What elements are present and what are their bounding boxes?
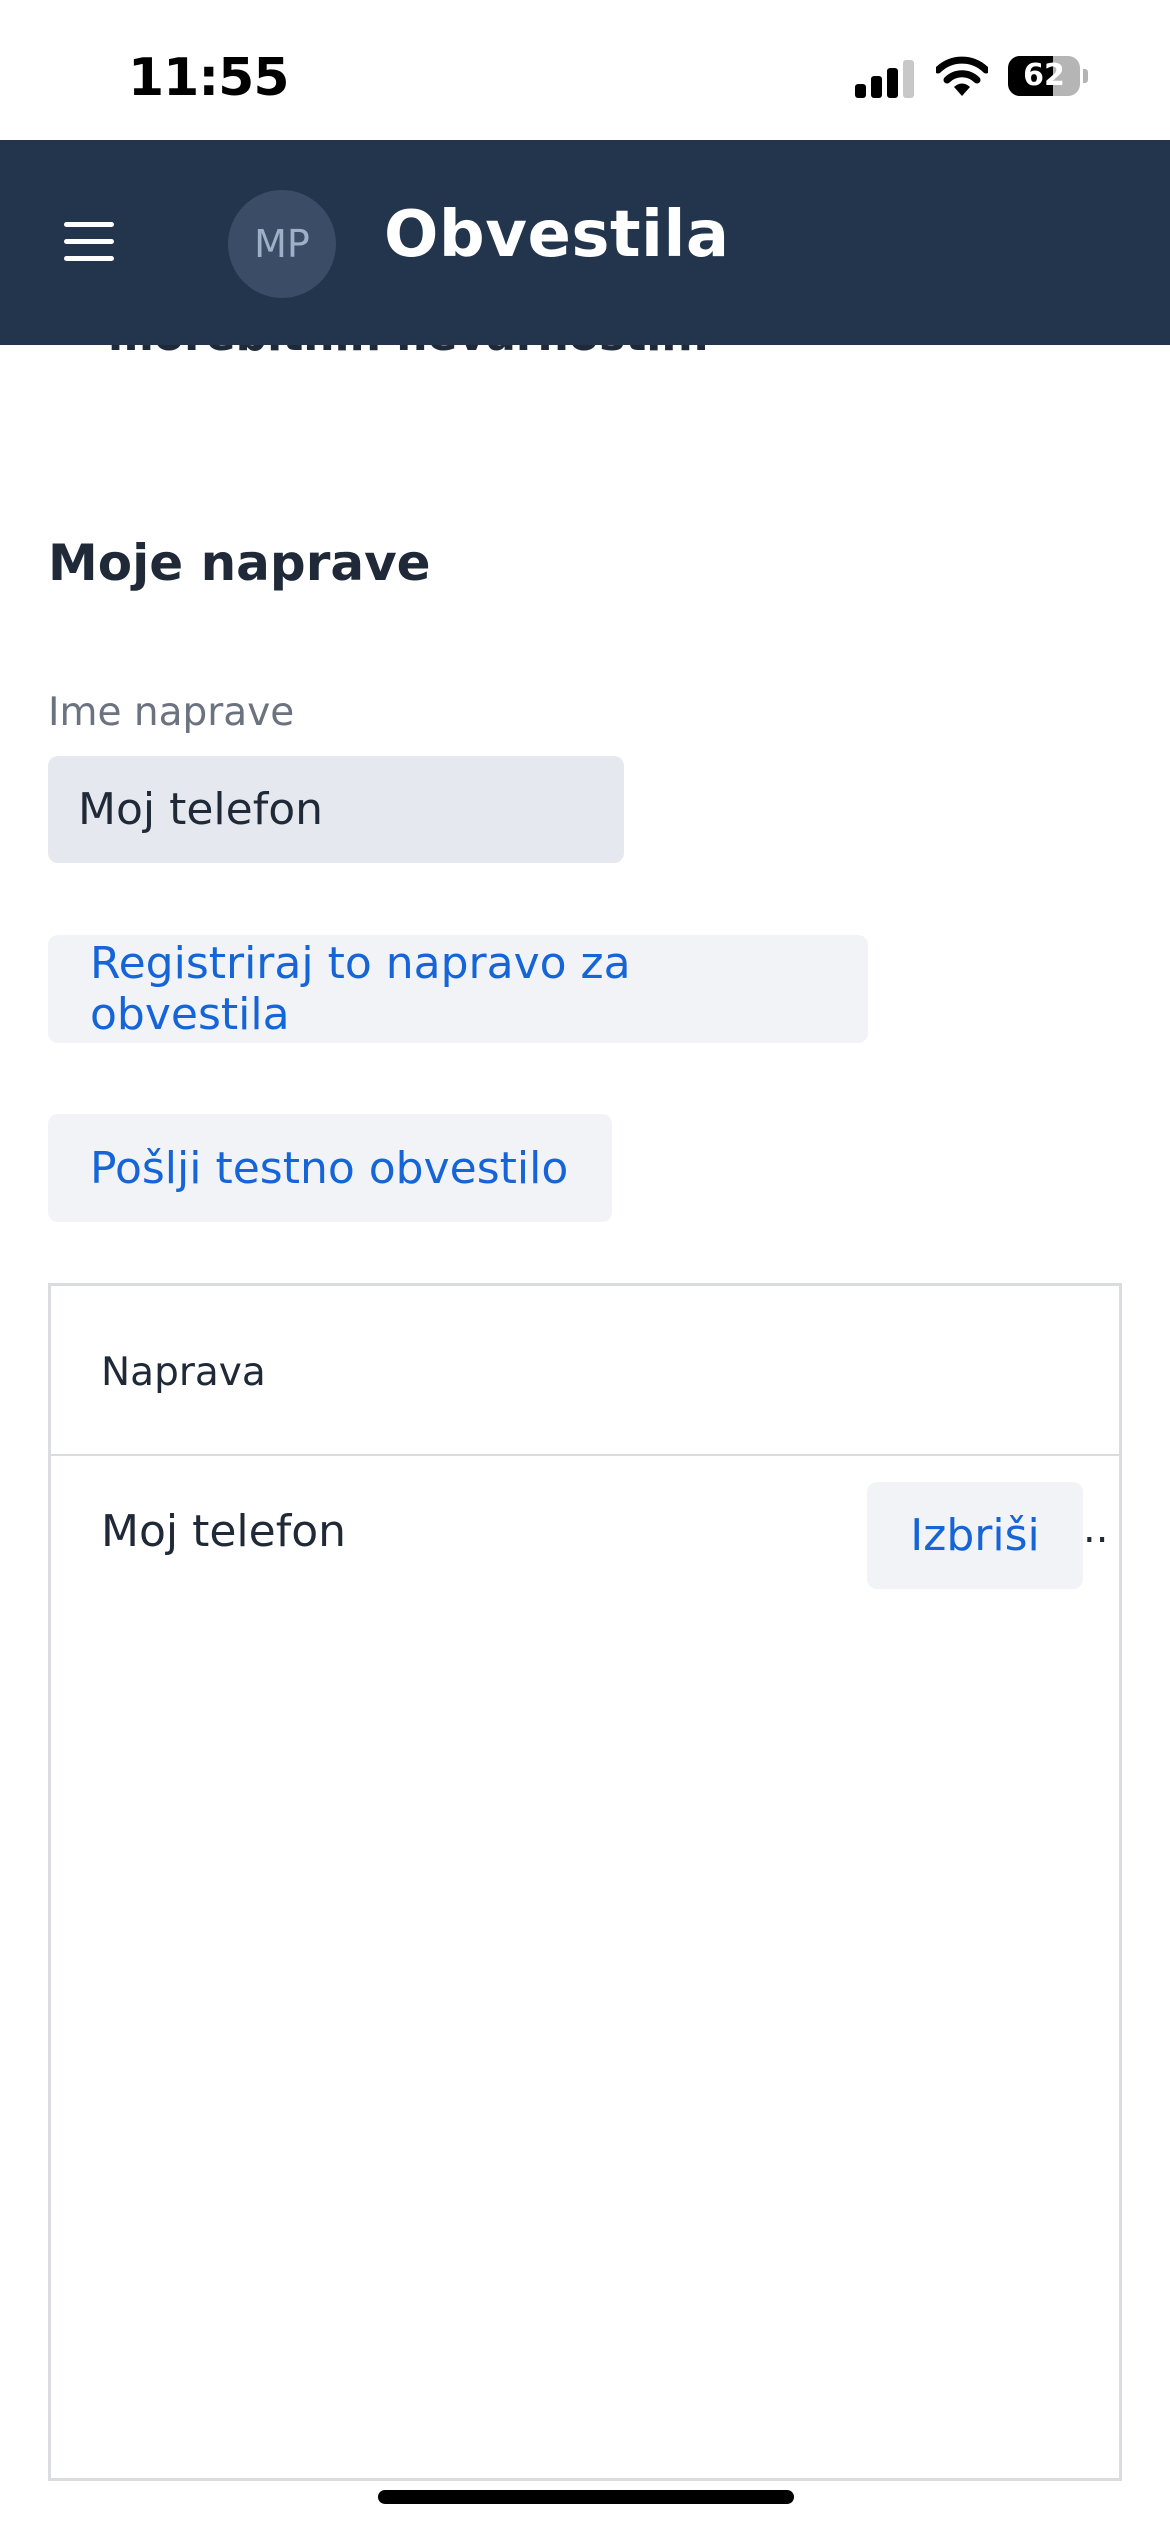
send-test-notification-button[interactable]: Pošlji testno obvestilo bbox=[48, 1114, 612, 1222]
device-name-label: Ime naprave bbox=[48, 690, 295, 735]
column-header-device: Naprava bbox=[101, 1350, 266, 1395]
avatar[interactable]: MP bbox=[228, 190, 336, 298]
home-indicator[interactable] bbox=[378, 2490, 794, 2504]
battery-icon: 62 bbox=[1008, 56, 1088, 96]
hamburger-menu-icon[interactable] bbox=[64, 222, 116, 262]
section-title-my-devices: Moje naprave bbox=[48, 534, 431, 592]
page-title: Obvestila bbox=[384, 198, 730, 272]
app-header: MP Obvestila bbox=[0, 140, 1170, 345]
battery-percent: 62 bbox=[1023, 58, 1065, 93]
register-device-button[interactable]: Registriraj to napravo za obvestila bbox=[48, 935, 868, 1043]
overflow-indicator: .. bbox=[1083, 1506, 1109, 1552]
table-row: Moj telefon Izbriši .. bbox=[51, 1456, 1119, 1606]
delete-device-button[interactable]: Izbriši bbox=[867, 1482, 1083, 1589]
status-time: 11:55 bbox=[128, 48, 290, 108]
status-bar: 11:55 62 bbox=[0, 0, 1170, 140]
device-name-input[interactable] bbox=[48, 756, 624, 863]
cellular-signal-icon bbox=[855, 58, 915, 98]
device-name-cell: Moj telefon bbox=[101, 1506, 347, 1557]
table-header: Naprava bbox=[51, 1286, 1119, 1456]
devices-table: Naprava Moj telefon Izbriši .. bbox=[48, 1283, 1122, 2481]
wifi-icon bbox=[934, 54, 990, 98]
